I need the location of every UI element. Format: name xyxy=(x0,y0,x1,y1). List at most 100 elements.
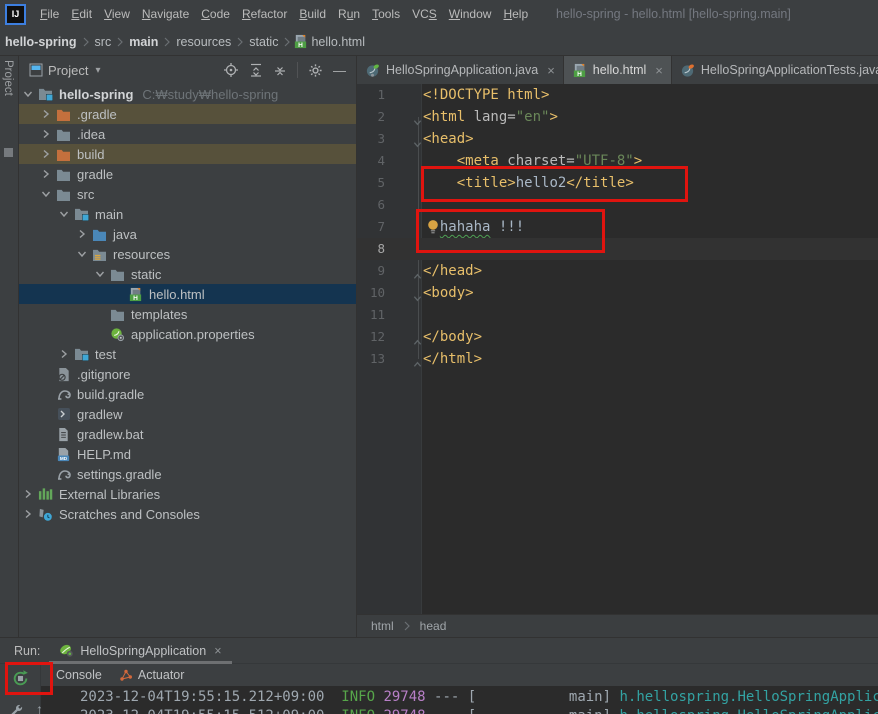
nav-crumb-static[interactable]: static xyxy=(246,33,281,51)
nav-crumb-main[interactable]: main xyxy=(126,33,161,51)
fold-up-icon[interactable] xyxy=(413,354,422,376)
collapse-all-icon[interactable] xyxy=(273,63,287,77)
menu-navigate[interactable]: Navigate xyxy=(136,4,195,24)
tree-item-java[interactable]: java xyxy=(19,224,356,244)
tree-item-application-properties[interactable]: application.properties xyxy=(19,324,356,344)
tree-item-hello-html[interactable]: Hhello.html xyxy=(19,284,356,304)
breadcrumb-html[interactable]: html xyxy=(371,619,394,633)
intention-bulb-icon[interactable] xyxy=(426,219,440,234)
fold-gutter[interactable] xyxy=(385,260,423,282)
nav-crumb-hello-spring[interactable]: hello-spring xyxy=(2,33,80,51)
code-text[interactable]: <head> xyxy=(423,128,474,150)
chevron-right-icon[interactable] xyxy=(37,149,54,159)
close-tab-icon[interactable]: × xyxy=(547,63,555,78)
code-text[interactable]: <meta charset="UTF-8"> xyxy=(423,150,642,172)
tree-item-test[interactable]: test xyxy=(19,344,356,364)
chevron-down-icon[interactable] xyxy=(55,209,72,219)
select-opened-file-icon[interactable] xyxy=(223,62,239,78)
chevron-down-icon[interactable] xyxy=(91,269,108,279)
menu-view[interactable]: View xyxy=(98,4,136,24)
code-text[interactable]: <body> xyxy=(423,282,474,304)
menu-build[interactable]: Build xyxy=(293,4,332,24)
chevron-right-icon[interactable] xyxy=(73,229,90,239)
tab-actuator[interactable]: Actuator xyxy=(119,668,185,682)
fold-gutter[interactable] xyxy=(385,128,423,150)
menu-run[interactable]: Run xyxy=(332,4,366,24)
tree-item-main[interactable]: main xyxy=(19,204,356,224)
chevron-right-icon[interactable] xyxy=(55,349,72,359)
code-text[interactable]: </html> xyxy=(423,348,482,370)
stripe-project-button[interactable]: Project xyxy=(2,60,14,96)
close-icon[interactable]: × xyxy=(214,644,221,658)
code-editor[interactable]: 1<!DOCTYPE html>2<html lang="en">3<head>… xyxy=(357,84,878,614)
tree-item-resources[interactable]: resources xyxy=(19,244,356,264)
chevron-down-icon[interactable] xyxy=(73,249,90,259)
tree-item-build[interactable]: build xyxy=(19,144,356,164)
tree-item-gradle[interactable]: .gradle xyxy=(19,104,356,124)
tree-item-src[interactable]: src xyxy=(19,184,356,204)
expand-all-icon[interactable] xyxy=(249,63,263,77)
run-configuration-tab[interactable]: HelloSpringApplication × xyxy=(49,638,231,663)
menu-file[interactable]: File xyxy=(34,4,65,24)
chevron-down-icon[interactable] xyxy=(19,89,36,99)
code-text[interactable]: <title>hello2</title> xyxy=(423,172,634,194)
tree-item-label: hello.html xyxy=(149,287,205,302)
tree-item-help-md[interactable]: MDHELP.md xyxy=(19,444,356,464)
tree-item-label: templates xyxy=(131,307,187,322)
chevron-right-icon[interactable] xyxy=(37,169,54,179)
code-text[interactable]: </body> xyxy=(423,326,482,348)
editor-tab-hellospringapplication-java[interactable]: HelloSpringApplication.java× xyxy=(357,56,564,84)
tree-item-templates[interactable]: templates xyxy=(19,304,356,324)
tree-item-settings-gradle[interactable]: settings.gradle xyxy=(19,464,356,484)
code-text[interactable]: <!DOCTYPE html> xyxy=(423,84,549,106)
tree-item-static[interactable]: static xyxy=(19,264,356,284)
menu-code[interactable]: Code xyxy=(195,4,236,24)
chevron-down-icon[interactable] xyxy=(37,189,54,199)
code-text[interactable]: </head> xyxy=(423,260,482,282)
menu-refactor[interactable]: Refactor xyxy=(236,4,293,24)
tree-item-build-gradle[interactable]: build.gradle xyxy=(19,384,356,404)
nav-crumb-hello-html[interactable]: hello.html xyxy=(308,33,368,51)
nav-crumb-resources[interactable]: resources xyxy=(173,33,234,51)
close-tab-icon[interactable]: × xyxy=(655,63,663,78)
chevron-down-icon[interactable]: ▾ xyxy=(95,65,100,76)
chevron-right-icon[interactable] xyxy=(37,109,54,119)
menu-tools[interactable]: Tools xyxy=(366,4,406,24)
nav-crumb-src[interactable]: src xyxy=(92,33,115,51)
breadcrumb-head[interactable]: head xyxy=(420,619,447,633)
console-output[interactable]: 2023-12-04T19:55:15.212+09:00 INFO 29748… xyxy=(41,686,878,714)
chevron-right-icon[interactable] xyxy=(19,489,36,499)
tree-item-gradlew-bat[interactable]: gradlew.bat xyxy=(19,424,356,444)
tree-item-gradlew[interactable]: gradlew xyxy=(19,404,356,424)
menu-vcs[interactable]: VCS xyxy=(406,4,443,24)
tab-console[interactable]: Console xyxy=(56,668,102,682)
fold-gutter[interactable] xyxy=(385,106,423,128)
editor-tab-hellospringapplicationtests-java[interactable]: HelloSpringApplicationTests.java× xyxy=(672,56,878,84)
editor-tab-hello-html[interactable]: Hhello.html× xyxy=(564,56,672,84)
rerun-button[interactable] xyxy=(11,669,30,688)
tree-item-gradle[interactable]: gradle xyxy=(19,164,356,184)
menu-help[interactable]: Help xyxy=(497,4,534,24)
stripe-toolwindow-icon[interactable] xyxy=(4,148,13,157)
project-panel-header: Project ▾ — xyxy=(19,56,356,84)
menu-edit[interactable]: Edit xyxy=(65,4,98,24)
intellij-logo-icon[interactable]: IJ xyxy=(5,4,26,25)
project-panel-title[interactable]: Project xyxy=(48,63,88,78)
tree-item-idea[interactable]: .idea xyxy=(19,124,356,144)
chevron-right-icon[interactable] xyxy=(37,129,54,139)
hide-panel-icon[interactable]: — xyxy=(333,63,346,78)
code-text[interactable]: <html lang="en"> xyxy=(423,106,558,128)
tree-item-gitignore[interactable]: .gitignore xyxy=(19,364,356,384)
arrow-up-icon[interactable]: ↑ xyxy=(36,701,43,714)
tree-item-label: Scratches and Consoles xyxy=(59,507,200,522)
tree-item-external-libraries[interactable]: External Libraries xyxy=(19,484,356,504)
tree-item-scratches-and-consoles[interactable]: Scratches and Consoles xyxy=(19,504,356,524)
chevron-right-icon[interactable] xyxy=(19,509,36,519)
fold-gutter[interactable] xyxy=(385,326,423,348)
fold-gutter[interactable] xyxy=(385,348,423,370)
menu-window[interactable]: Window xyxy=(443,4,498,24)
fold-gutter[interactable] xyxy=(385,282,423,304)
tree-item-hello-spring[interactable]: hello-springC:₩study₩hello-spring xyxy=(19,84,356,104)
settings-wrench-icon[interactable] xyxy=(8,703,23,714)
gear-icon[interactable] xyxy=(308,63,323,78)
